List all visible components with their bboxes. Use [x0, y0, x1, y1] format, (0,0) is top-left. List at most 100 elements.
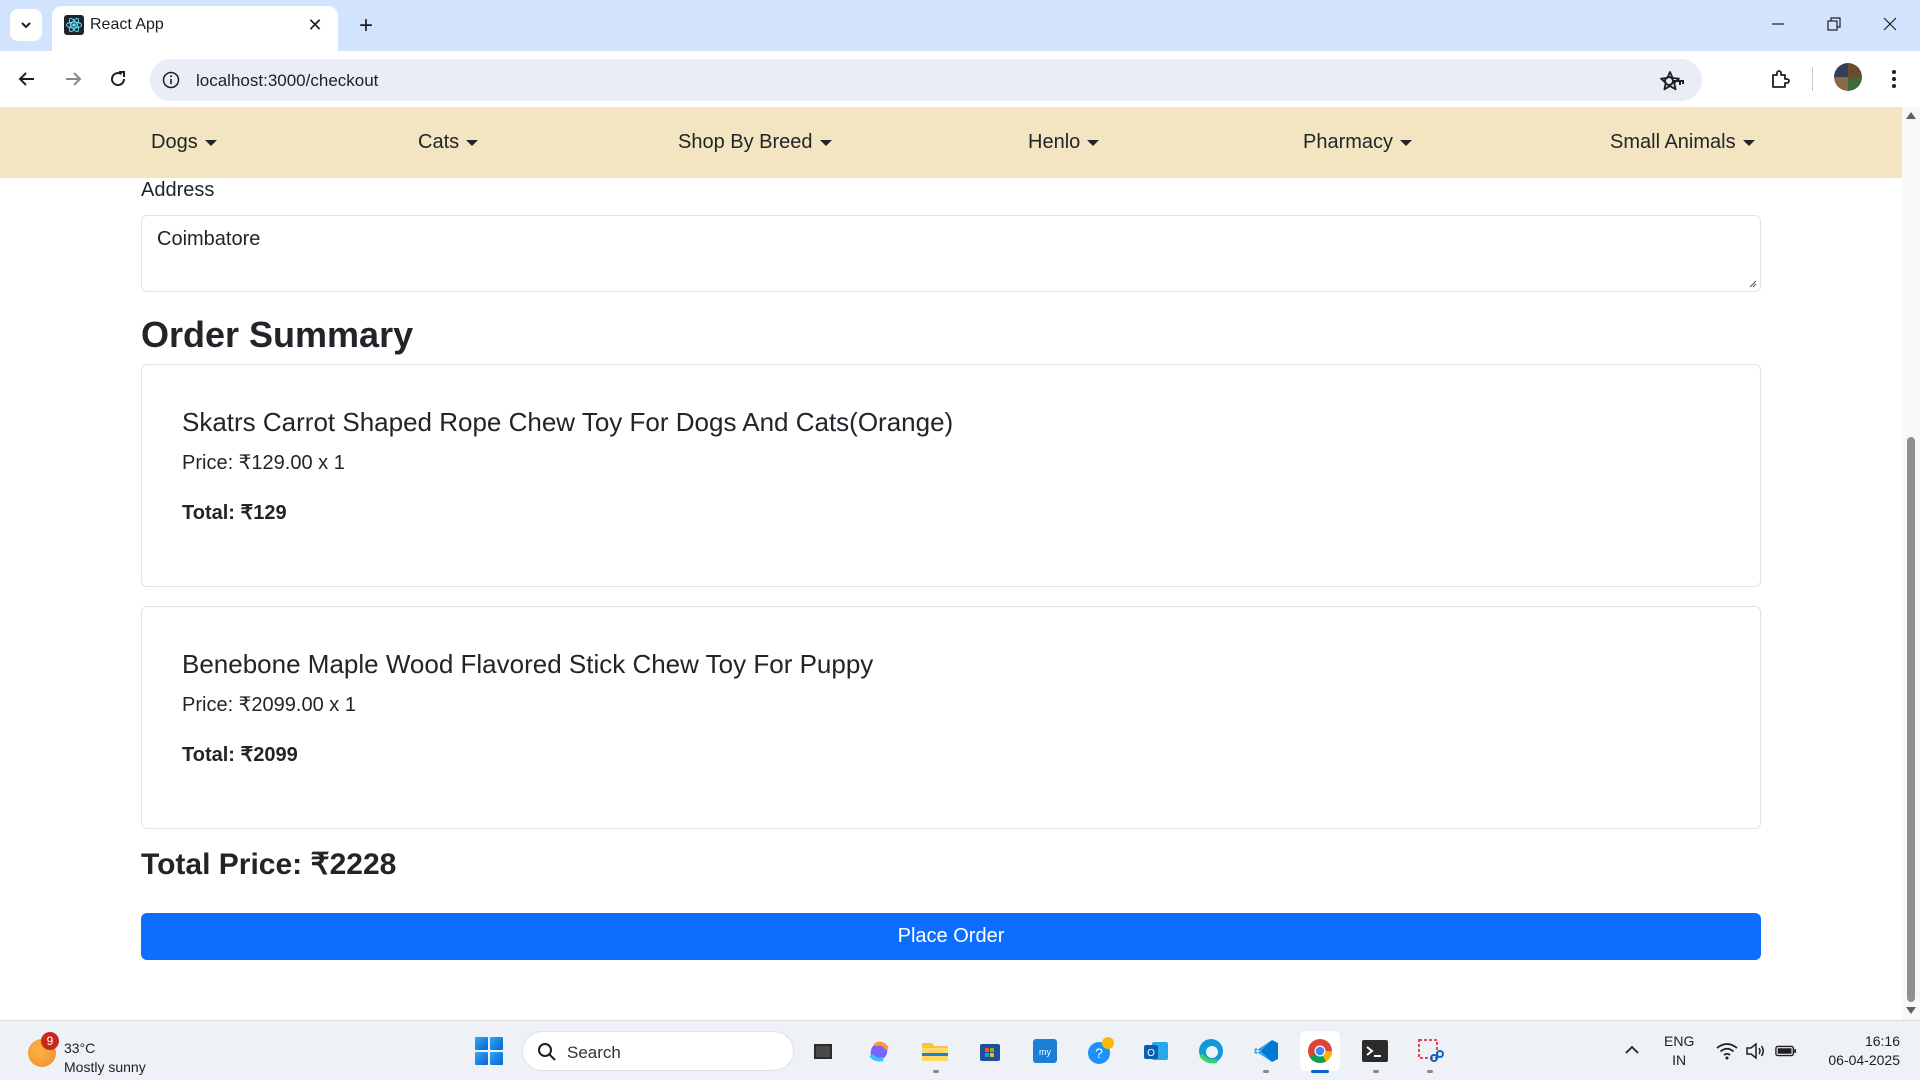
snipping-tool-icon[interactable]	[1410, 1031, 1450, 1071]
close-window-button[interactable]	[1868, 6, 1912, 42]
terminal-icon[interactable]	[1355, 1031, 1395, 1071]
arrow-right-icon	[66, 72, 82, 86]
browser-menu-icon[interactable]	[1880, 65, 1908, 93]
search-label: Search	[567, 1043, 621, 1062]
svg-text:?: ?	[1095, 1045, 1103, 1061]
order-item-name: Skatrs Carrot Shaped Rope Chew Toy For D…	[182, 407, 954, 437]
vscode-icon[interactable]	[1246, 1031, 1286, 1071]
volume-icon[interactable]	[1745, 1040, 1767, 1062]
chevron-down-icon	[21, 22, 31, 29]
nav-dropdown-cats[interactable]: Cats	[418, 131, 479, 154]
weather-description: Mostly sunny	[64, 1059, 146, 1075]
region-line: IN	[1672, 1052, 1687, 1068]
nav-label: Henlo	[1028, 131, 1081, 153]
file-explorer-icon[interactable]	[803, 1031, 843, 1071]
lang-line: ENG	[1664, 1033, 1695, 1049]
copilot-icon[interactable]	[859, 1031, 899, 1071]
clock-time: 16:16	[1864, 1033, 1900, 1049]
show-hidden-icons-chevron-up-icon[interactable]	[1622, 1040, 1642, 1060]
weather-temperature: 33°C	[64, 1040, 96, 1056]
nav-label: Cats	[418, 131, 460, 153]
restore-button[interactable]	[1812, 6, 1856, 42]
folder-icon[interactable]	[915, 1031, 955, 1071]
microsoft-store-icon[interactable]	[970, 1031, 1010, 1071]
input-language-indicator[interactable]: ENG IN	[1664, 1032, 1694, 1070]
tab-title: React App	[90, 16, 164, 33]
running-indicator	[933, 1070, 939, 1073]
site-navbar: Dogs Cats Shop By Breed Henlo Pharmacy S…	[0, 107, 1902, 178]
order-summary-heading: Order Summary	[141, 314, 414, 355]
nav-dropdown-dogs[interactable]: Dogs	[151, 131, 217, 154]
order-item-card: Benebone Maple Wood Flavored Stick Chew …	[141, 606, 1761, 829]
outlook-icon[interactable]: O	[1136, 1031, 1176, 1071]
notification-badge: 9	[41, 1032, 59, 1050]
minimize-icon	[1772, 23, 1784, 25]
tab-search-button[interactable]	[10, 9, 42, 41]
scroll-up-icon[interactable]	[1906, 112, 1916, 119]
toolbar-divider	[1812, 67, 1813, 91]
mylio-icon[interactable]: my	[1025, 1031, 1065, 1071]
nav-label: Shop By Breed	[678, 131, 813, 153]
browser-tab[interactable]: React App ✕	[52, 6, 338, 51]
active-indicator	[1311, 1070, 1329, 1073]
search-icon	[538, 1043, 556, 1061]
browser-toolbar: localhost:3000/checkout	[0, 51, 1920, 107]
bookmark-star-icon[interactable]	[1658, 69, 1682, 93]
reload-button[interactable]	[102, 63, 134, 95]
arrow-left-icon	[18, 72, 34, 86]
url-text: localhost:3000/checkout	[196, 71, 379, 90]
scroll-down-icon[interactable]	[1906, 1007, 1916, 1014]
profile-avatar[interactable]	[1834, 63, 1862, 91]
nav-dropdown-shop-by-breed[interactable]: Shop By Breed	[678, 131, 832, 154]
caret-down-icon	[466, 139, 479, 146]
caret-down-icon	[819, 139, 832, 146]
close-icon	[1883, 17, 1897, 31]
nav-dropdown-pharmacy[interactable]: Pharmacy	[1303, 131, 1413, 154]
new-tab-button[interactable]: +	[352, 12, 380, 40]
svg-text:O: O	[1147, 1048, 1155, 1059]
caret-down-icon	[204, 139, 217, 146]
caret-down-icon	[1742, 139, 1755, 146]
extensions-puzzle-icon[interactable]	[1766, 65, 1794, 93]
taskbar-search[interactable]: Search	[522, 1031, 794, 1071]
battery-icon[interactable]	[1775, 1040, 1797, 1062]
caret-down-icon	[1400, 139, 1413, 146]
help-icon[interactable]: ?	[1081, 1031, 1121, 1071]
order-item-price: Price: ₹129.00 x 1	[182, 452, 345, 474]
page-scrollbar[interactable]	[1902, 107, 1920, 1020]
order-item-price: Price: ₹2099.00 x 1	[182, 694, 356, 716]
nav-dropdown-henlo[interactable]: Henlo	[1028, 131, 1100, 154]
edge-icon[interactable]	[1191, 1031, 1231, 1071]
reload-icon	[111, 71, 126, 87]
clock-date: 06-04-2025	[1828, 1052, 1900, 1068]
weather-widget[interactable]: 9 33°C Mostly sunny	[24, 1031, 224, 1075]
address-bar[interactable]: localhost:3000/checkout	[150, 59, 1702, 101]
order-item-name: Benebone Maple Wood Flavored Stick Chew …	[182, 649, 874, 679]
scrollbar-thumb[interactable]	[1907, 437, 1915, 1002]
resize-grip-icon[interactable]	[1747, 278, 1757, 288]
place-order-button[interactable]: Place Order	[141, 913, 1761, 960]
nav-label: Pharmacy	[1303, 131, 1394, 153]
wifi-icon[interactable]	[1716, 1040, 1738, 1062]
address-label: Address	[141, 179, 215, 201]
restore-icon	[1827, 17, 1841, 31]
react-logo-icon	[63, 14, 85, 36]
tab-close-icon[interactable]: ✕	[304, 14, 326, 36]
taskbar-clock[interactable]: 16:16 06-04-2025	[1810, 1032, 1900, 1070]
address-textarea[interactable]: Coimbatore	[141, 215, 1761, 292]
total-price: Total Price: ₹2228	[141, 848, 397, 881]
site-info-icon[interactable]	[160, 69, 182, 91]
browser-tab-bar: React App ✕ +	[0, 0, 1920, 51]
start-button[interactable]	[472, 1034, 506, 1068]
nav-label: Dogs	[151, 131, 198, 153]
windows-logo-icon	[475, 1037, 488, 1050]
forward-button[interactable]	[57, 63, 89, 95]
caret-down-icon	[1087, 139, 1100, 146]
minimize-button[interactable]	[1756, 6, 1800, 42]
nav-dropdown-small-animals[interactable]: Small Animals	[1610, 131, 1755, 154]
page-viewport: Dogs Cats Shop By Breed Henlo Pharmacy S…	[0, 107, 1902, 1020]
chrome-icon[interactable]	[1300, 1031, 1340, 1071]
back-button[interactable]	[11, 63, 43, 95]
address-value: Coimbatore	[157, 228, 261, 250]
running-indicator	[1427, 1070, 1433, 1073]
